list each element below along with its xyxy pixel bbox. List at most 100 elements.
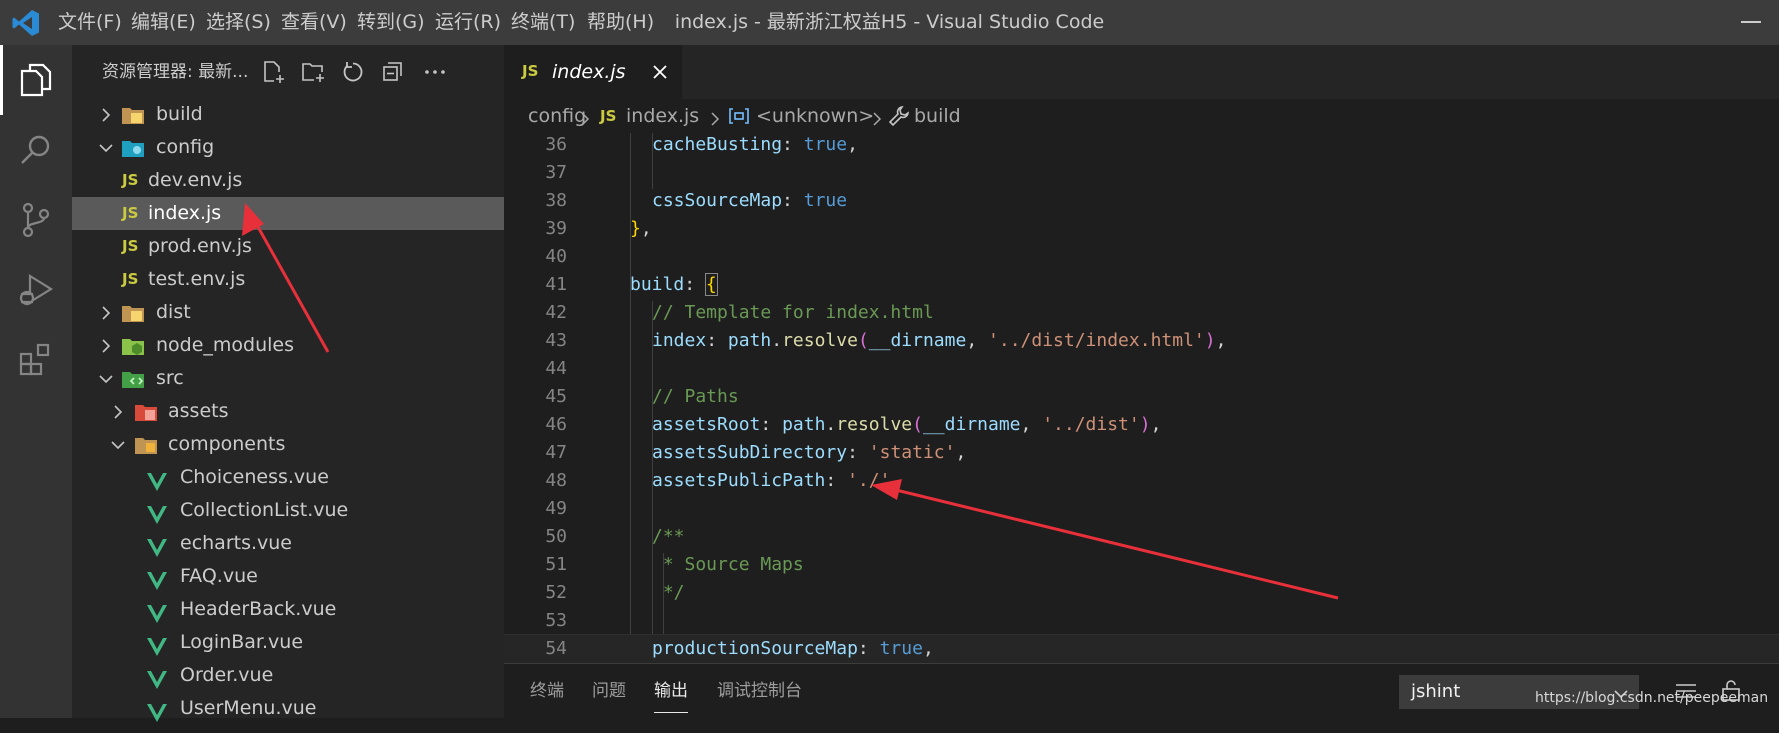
tree-item-label: FAQ.vue	[180, 565, 258, 587]
tree-item-label: dist	[156, 301, 191, 323]
tree-item-label: assets	[168, 400, 229, 422]
tree-item-label: dev.env.js	[148, 169, 243, 191]
chevron-right-icon	[100, 98, 112, 131]
close-icon[interactable]	[649, 61, 671, 83]
code-line: 46 assetsRoot: path.resolve(__dirname, '.…	[545, 414, 1162, 435]
folder-build-icon	[121, 98, 145, 131]
breadcrumb-property[interactable]: build	[914, 99, 961, 133]
code-line: 36 cacheBusting: true,	[545, 134, 858, 155]
files-icon[interactable]	[0, 45, 72, 115]
tree-file-usermenu-vue[interactable]: UserMenu.vue	[72, 692, 504, 725]
folder-assets-icon	[134, 395, 158, 428]
explorer-sidebar: 资源管理器: 最新... build config JS dev.env.js …	[72, 45, 504, 722]
output-channel-value: jshint	[1411, 681, 1461, 702]
menu-edit[interactable]: 编辑(E)	[131, 0, 196, 45]
tree-item-label: Choiceness.vue	[180, 466, 329, 488]
code-line: 37	[545, 162, 567, 183]
tree-folder-components[interactable]: components	[72, 428, 504, 461]
code-line: 50/**	[545, 526, 685, 547]
tree-file-loginbar-vue[interactable]: LoginBar.vue	[72, 626, 504, 659]
tree-folder-src[interactable]: src	[72, 362, 504, 395]
minimize-icon[interactable]	[1741, 21, 1761, 23]
activity-bar	[0, 45, 72, 718]
js-file-icon: JS	[122, 237, 139, 255]
tree-item-label: UserMenu.vue	[180, 697, 317, 719]
tree-folder-node-modules[interactable]: node_modules	[72, 329, 504, 362]
title-bar: 文件(F) 编辑(E) 选择(S) 查看(V) 转到(G) 运行(R) 终端(T…	[0, 0, 1779, 45]
tree-file-headerback-vue[interactable]: HeaderBack.vue	[72, 593, 504, 626]
chevron-right-icon	[112, 395, 124, 428]
tree-item-label: index.js	[148, 202, 222, 224]
chevron-down-icon	[110, 428, 126, 461]
folder-node-modules-icon	[121, 329, 145, 362]
symbol-object-icon	[728, 107, 750, 130]
search-icon[interactable]	[0, 115, 72, 185]
code-line: 40	[545, 246, 567, 267]
tree-folder-build[interactable]: build	[72, 98, 504, 131]
code-editor[interactable]: 36 cacheBusting: true, 37 38 cssSourceMap:…	[504, 133, 1779, 663]
vue-file-icon	[147, 700, 167, 733]
tree-file-dev-env-js[interactable]: JS dev.env.js	[72, 164, 504, 197]
chevron-right-icon	[710, 109, 720, 131]
menu-terminal[interactable]: 终端(T)	[511, 0, 575, 45]
menu-view[interactable]: 查看(V)	[281, 0, 347, 45]
tree-file-index-js[interactable]: JS index.js	[72, 197, 504, 230]
menu-go[interactable]: 转到(G)	[357, 0, 425, 45]
new-folder-icon[interactable]	[300, 59, 326, 85]
chevron-right-icon	[580, 109, 590, 131]
menu-run[interactable]: 运行(R)	[435, 0, 501, 45]
tree-item-label: test.env.js	[148, 268, 246, 290]
refresh-icon[interactable]	[340, 59, 366, 85]
chevron-right-icon	[872, 109, 882, 131]
code-line: 51 * Source Maps	[545, 554, 804, 575]
extensions-icon[interactable]	[0, 325, 72, 395]
breadcrumb-folder[interactable]: config	[528, 99, 586, 133]
collapse-all-icon[interactable]	[380, 59, 406, 85]
menu-help[interactable]: 帮助(H)	[587, 0, 654, 45]
breadcrumb-symbol[interactable]: <unknown>	[756, 99, 874, 133]
watermark: https://blog.csdn.net/peepeeman	[1535, 690, 1769, 706]
js-file-icon: JS	[122, 270, 139, 288]
tree-item-label: CollectionList.vue	[180, 499, 349, 521]
panel-tab-output[interactable]: 输出	[654, 664, 688, 719]
wrench-icon	[888, 105, 910, 132]
tree-folder-config[interactable]: config	[72, 131, 504, 164]
tab-index-js[interactable]: JS index.js	[504, 45, 682, 99]
editor-area: JS index.js config JS index.js <unknown>…	[504, 45, 1779, 719]
tree-item-label: src	[156, 367, 184, 389]
tree-file-collectionlist-vue[interactable]: CollectionList.vue	[72, 494, 504, 527]
panel-tab-debug-console[interactable]: 调试控制台	[717, 664, 802, 719]
folder-dist-icon	[121, 296, 145, 329]
code-line-current: 54 productionSourceMap: true,	[504, 634, 1779, 663]
tree-file-order-vue[interactable]: Order.vue	[72, 659, 504, 692]
folder-src-icon	[121, 362, 145, 395]
tree-file-prod-env-js[interactable]: JS prod.env.js	[72, 230, 504, 263]
menu-selection[interactable]: 选择(S)	[206, 0, 271, 45]
new-file-icon[interactable]	[260, 59, 286, 85]
tree-item-label: prod.env.js	[148, 235, 252, 257]
source-control-icon[interactable]	[0, 185, 72, 255]
tree-folder-assets[interactable]: assets	[72, 395, 504, 428]
run-debug-icon[interactable]	[0, 255, 72, 325]
tree-file-faq-vue[interactable]: FAQ.vue	[72, 560, 504, 593]
breadcrumb-file[interactable]: index.js	[626, 99, 699, 133]
js-file-icon: JS	[122, 204, 139, 222]
vscode-logo-icon	[12, 9, 40, 37]
tree-file-test-env-js[interactable]: JS test.env.js	[72, 263, 504, 296]
code-line: 45// Paths	[545, 386, 739, 407]
panel-tab-problems[interactable]: 问题	[592, 664, 626, 719]
code-line: 38 cssSourceMap: true	[545, 190, 848, 211]
tree-folder-dist[interactable]: dist	[72, 296, 504, 329]
panel-tab-terminal[interactable]: 终端	[530, 664, 564, 719]
more-icon[interactable]	[422, 59, 448, 85]
tree-file-echarts-vue[interactable]: echarts.vue	[72, 527, 504, 560]
tree-file-choiceness-vue[interactable]: Choiceness.vue	[72, 461, 504, 494]
js-file-icon: JS	[600, 107, 617, 125]
breadcrumb: config JS index.js <unknown> build	[504, 99, 1779, 133]
tree-item-label: node_modules	[156, 334, 295, 356]
js-file-icon: JS	[122, 171, 139, 189]
tree-item-label: config	[156, 136, 215, 158]
menu-file[interactable]: 文件(F)	[58, 0, 122, 45]
folder-config-icon	[121, 131, 145, 164]
code-line: 42// Template for index.html	[545, 302, 934, 323]
